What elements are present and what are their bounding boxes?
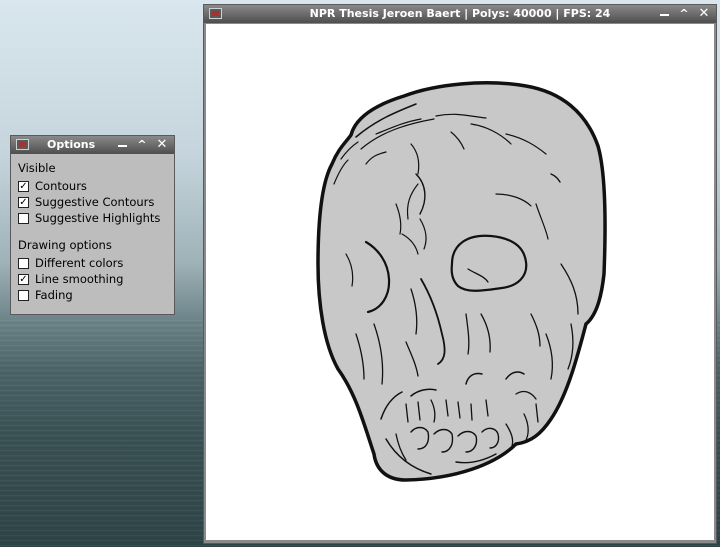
options-window-titlebar[interactable]: Options ^ ✕ xyxy=(11,136,174,154)
option-label: Different colors xyxy=(35,256,124,270)
suggestive-highlights-checkbox[interactable] xyxy=(18,212,29,224)
suggestive-contours-checkbox[interactable] xyxy=(18,196,29,208)
app-icon[interactable] xyxy=(16,139,29,150)
options-panel: Visible Contours Suggestive Contours Sug… xyxy=(13,155,172,311)
render-window-titlebar[interactable]: NPR Thesis Jeroen Baert | Polys: 40000 |… xyxy=(204,5,716,23)
line-smoothing-checkbox[interactable] xyxy=(18,273,29,285)
skull-silhouette xyxy=(316,81,607,482)
options-window[interactable]: Options ^ ✕ Visible Contours Suggestive … xyxy=(10,135,175,315)
options-window-title: Options xyxy=(47,138,96,151)
maximize-icon[interactable]: ^ xyxy=(132,137,152,153)
minimize-icon[interactable] xyxy=(112,137,132,153)
render-canvas[interactable] xyxy=(206,24,714,540)
contours-checkbox[interactable] xyxy=(18,180,29,192)
render-window[interactable]: NPR Thesis Jeroen Baert | Polys: 40000 |… xyxy=(203,4,717,544)
different-colors-checkbox[interactable] xyxy=(18,257,29,269)
option-contours[interactable]: Contours xyxy=(18,178,167,194)
group-title-visible: Visible xyxy=(18,161,56,175)
option-line-smoothing[interactable]: Line smoothing xyxy=(18,271,167,287)
option-label: Contours xyxy=(35,179,87,193)
maximize-icon[interactable]: ^ xyxy=(674,6,694,22)
render-window-title: NPR Thesis Jeroen Baert | Polys: 40000 |… xyxy=(309,7,611,20)
option-suggestive-highlights[interactable]: Suggestive Highlights xyxy=(18,210,167,226)
option-different-colors[interactable]: Different colors xyxy=(18,255,167,271)
option-label: Fading xyxy=(35,288,73,302)
option-label: Line smoothing xyxy=(35,272,124,286)
skull-render xyxy=(316,81,607,482)
option-label: Suggestive Contours xyxy=(35,195,155,209)
option-label: Suggestive Highlights xyxy=(35,211,161,225)
option-suggestive-contours[interactable]: Suggestive Contours xyxy=(18,194,167,210)
close-icon[interactable]: ✕ xyxy=(152,137,172,153)
group-title-drawing-options: Drawing options xyxy=(18,238,112,252)
fading-checkbox[interactable] xyxy=(18,289,29,301)
app-icon[interactable] xyxy=(209,8,222,19)
option-fading[interactable]: Fading xyxy=(18,287,167,303)
close-icon[interactable]: ✕ xyxy=(694,6,714,22)
minimize-icon[interactable] xyxy=(654,6,674,22)
